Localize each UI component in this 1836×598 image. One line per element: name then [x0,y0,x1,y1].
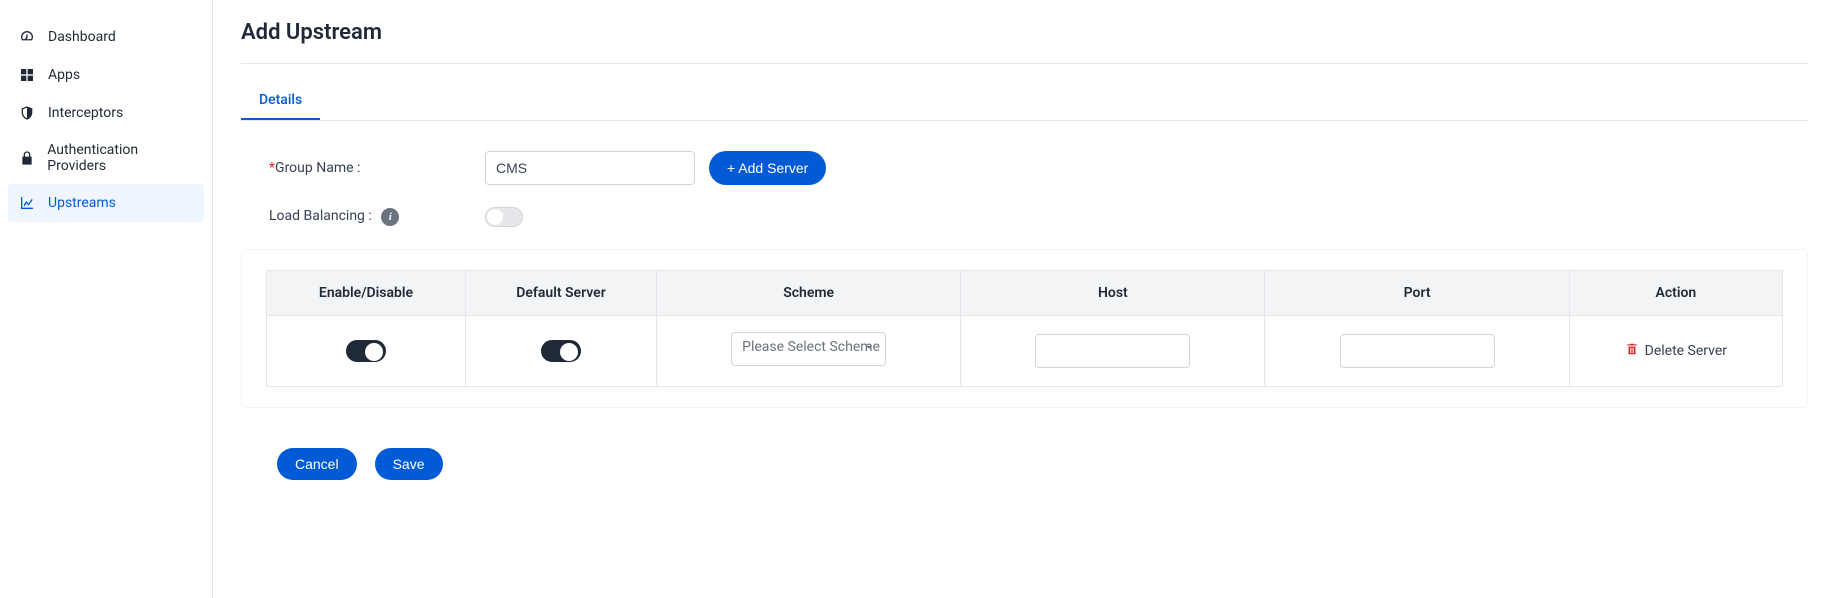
cell-default [465,316,656,387]
th-port: Port [1265,271,1569,316]
form-row-group-name: *Group Name : + Add Server [241,151,1808,185]
th-host: Host [961,271,1265,316]
sidebar-item-apps[interactable]: Apps [8,56,204,94]
th-enable: Enable/Disable [267,271,466,316]
port-input[interactable] [1340,334,1495,368]
cell-scheme: Please Select Scheme [657,316,961,387]
table-row: Please Select Scheme [267,316,1783,387]
grid-icon [18,66,36,84]
enable-toggle[interactable] [346,340,386,362]
group-name-label: *Group Name : [269,160,485,176]
cell-host [961,316,1265,387]
gauge-icon [18,28,36,46]
table-header-row: Enable/Disable Default Server Scheme Hos… [267,271,1783,316]
host-input[interactable] [1035,334,1190,368]
sidebar-item-upstreams[interactable]: Upstreams [8,184,204,222]
trash-icon [1625,342,1639,360]
main-content: Add Upstream Details *Group Name : + Add… [213,0,1836,598]
tabs: Details [241,82,1808,121]
load-balancing-toggle[interactable] [485,207,523,227]
sidebar: Dashboard Apps Interceptors Authenticati… [0,0,213,598]
save-button[interactable]: Save [375,448,443,480]
cell-enable [267,316,466,387]
sidebar-item-interceptors[interactable]: Interceptors [8,94,204,132]
th-default: Default Server [465,271,656,316]
toggle-knob [487,209,503,225]
chart-line-icon [18,194,36,212]
servers-table-wrap: Enable/Disable Default Server Scheme Hos… [241,249,1808,408]
load-balancing-label: Load Balancing : i [269,208,485,226]
sidebar-item-label: Authentication Providers [47,142,194,174]
th-action: Action [1569,271,1782,316]
sidebar-item-label: Apps [48,67,80,83]
delete-server-button[interactable]: Delete Server [1625,342,1727,360]
cell-port [1265,316,1569,387]
shield-icon [18,104,36,122]
servers-table: Enable/Disable Default Server Scheme Hos… [266,270,1783,387]
add-server-button[interactable]: + Add Server [709,151,826,185]
default-server-toggle[interactable] [541,340,581,362]
sidebar-item-label: Interceptors [48,105,123,121]
delete-server-label: Delete Server [1645,343,1727,359]
tab-details[interactable]: Details [241,82,320,120]
toggle-knob [560,343,578,361]
lock-icon [18,149,35,167]
th-scheme: Scheme [657,271,961,316]
footer-actions: Cancel Save [241,448,1808,480]
page-title: Add Upstream [241,20,1808,45]
group-name-input[interactable] [485,151,695,185]
cell-action: Delete Server [1569,316,1782,387]
toggle-knob [365,343,383,361]
sidebar-item-auth-providers[interactable]: Authentication Providers [8,132,204,184]
sidebar-item-dashboard[interactable]: Dashboard [8,18,204,56]
form-row-load-balancing: Load Balancing : i [241,207,1808,227]
divider [241,63,1808,64]
scheme-select[interactable]: Please Select Scheme [731,332,886,366]
info-icon[interactable]: i [381,208,399,226]
sidebar-item-label: Dashboard [48,29,116,45]
cancel-button[interactable]: Cancel [277,448,357,480]
sidebar-item-label: Upstreams [48,195,116,211]
